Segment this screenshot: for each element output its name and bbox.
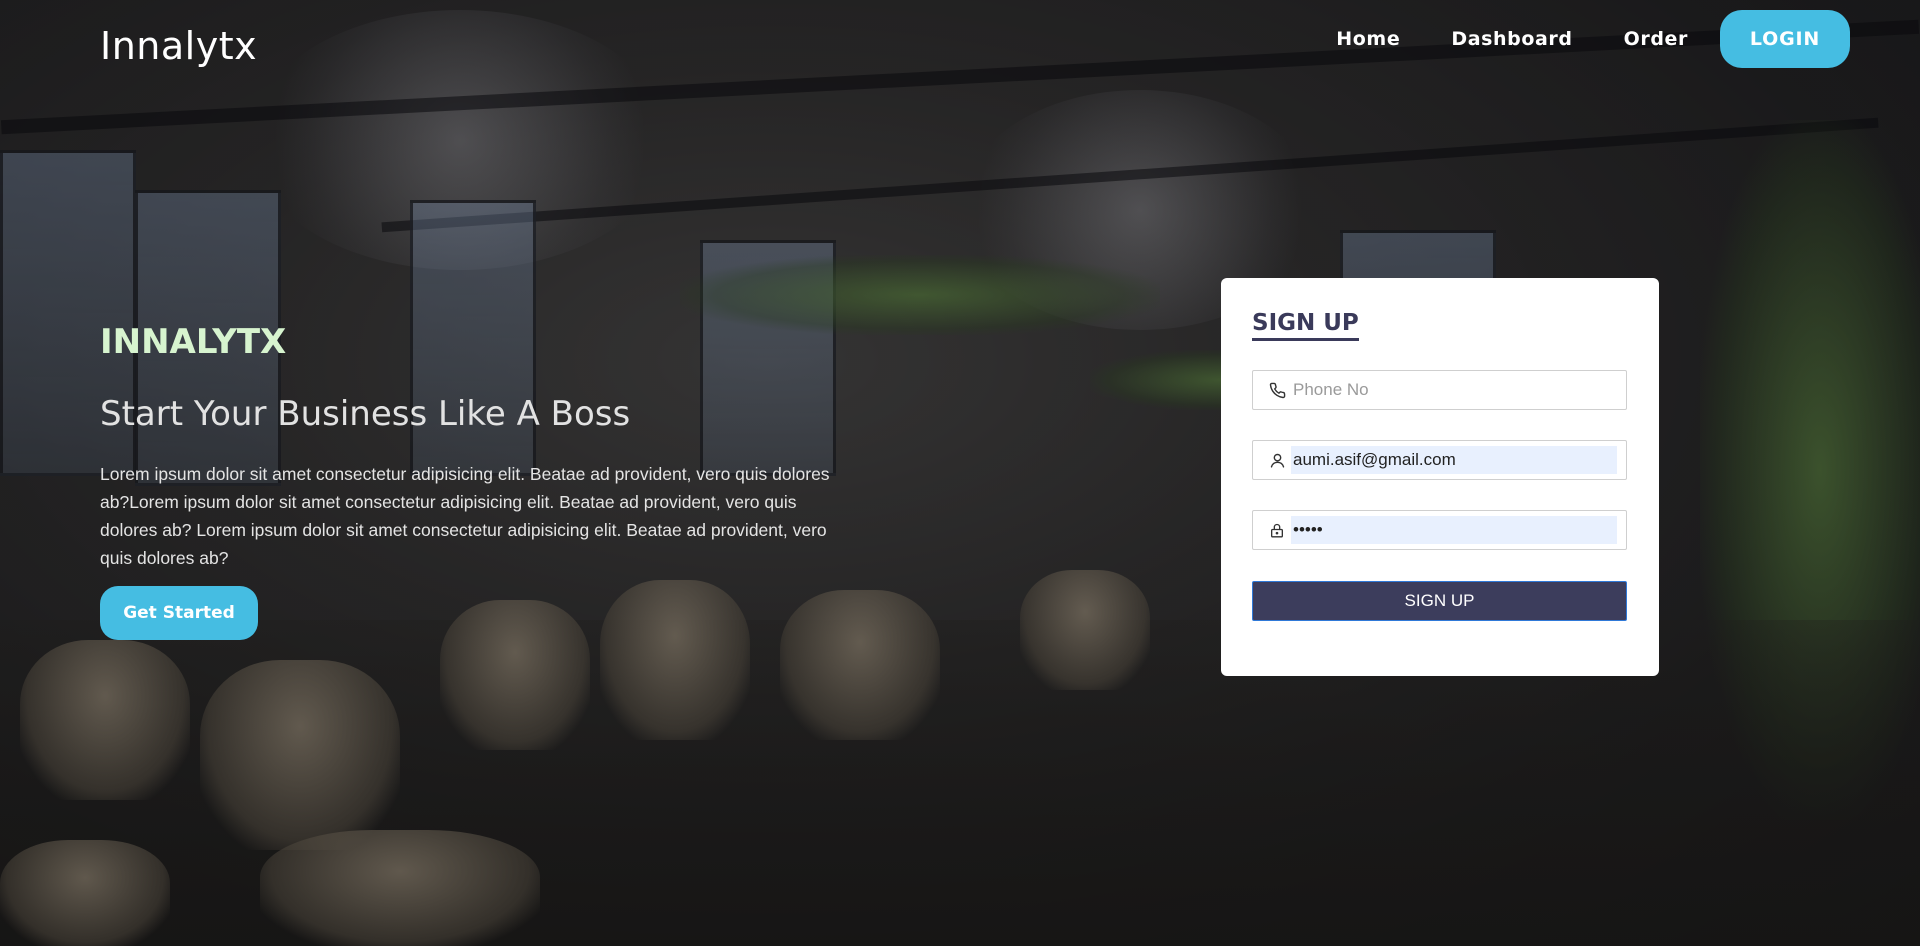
chair-decoration <box>200 660 400 850</box>
phone-icon <box>1267 382 1287 399</box>
hanging-plant <box>680 255 1160 335</box>
main-nav: Home Dashboard Order LOGIN <box>1285 10 1850 68</box>
user-icon <box>1267 452 1287 469</box>
chair-decoration <box>440 600 590 750</box>
hero-brand-title: INNALYTX <box>100 322 287 362</box>
logo[interactable]: Innalytx <box>100 24 257 68</box>
chair-decoration <box>1020 570 1150 690</box>
phone-field[interactable] <box>1252 370 1627 410</box>
hero-background: Innalytx Home Dashboard Order LOGIN INNA… <box>0 0 1920 948</box>
chair-decoration <box>0 840 170 948</box>
nav-link-order[interactable]: Order <box>1624 28 1688 50</box>
chair-decoration <box>260 830 540 948</box>
signup-title: SIGN UP <box>1252 310 1359 341</box>
lock-icon <box>1267 522 1287 539</box>
login-button[interactable]: LOGIN <box>1720 10 1850 68</box>
nav-link-home[interactable]: Home <box>1336 28 1400 50</box>
password-input[interactable] <box>1291 516 1617 544</box>
window-pane <box>410 200 536 476</box>
signup-card: SIGN UP Phone No aumi.asif@gmail.com •••… <box>1221 278 1659 676</box>
chair-decoration <box>600 580 750 740</box>
phone-input[interactable] <box>1291 376 1617 404</box>
password-field[interactable] <box>1252 510 1627 550</box>
hero-headline: Start Your Business Like A Boss <box>100 394 631 434</box>
nav-link-dashboard[interactable]: Dashboard <box>1451 28 1572 50</box>
chair-decoration <box>780 590 940 740</box>
email-input[interactable] <box>1291 446 1617 474</box>
email-field[interactable] <box>1252 440 1627 480</box>
chair-decoration <box>20 640 190 800</box>
get-started-button[interactable]: Get Started <box>100 586 258 640</box>
hero-description: Lorem ipsum dolor sit amet consectetur a… <box>100 464 830 568</box>
signup-submit-button[interactable]: SIGN UP <box>1252 581 1627 621</box>
